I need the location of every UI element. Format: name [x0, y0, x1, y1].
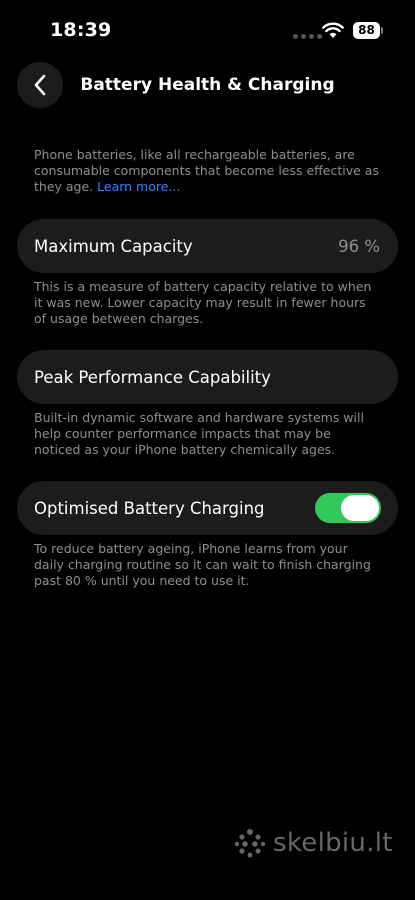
signal-dots-icon	[293, 34, 322, 39]
skelbiu-logo-icon	[234, 829, 266, 858]
optimised-charging-toggle[interactable]	[315, 493, 381, 523]
wifi-icon	[322, 22, 344, 38]
watermark-text: skelbiu.lt	[273, 828, 393, 858]
page-title-text: Battery Health & Charging	[80, 75, 335, 95]
maximum-capacity-row: Maximum Capacity 96 %	[17, 219, 398, 273]
maximum-capacity-value: 96 %	[338, 236, 380, 256]
learn-more-link[interactable]: Learn more...	[97, 179, 180, 194]
intro-text: Phone batteries, like all rechargeable b…	[34, 147, 379, 195]
toggle-knob	[341, 495, 379, 521]
peak-performance-label: Peak Performance Capability	[34, 367, 271, 387]
intro-body: Phone batteries, like all rechargeable b…	[34, 147, 379, 194]
page-title: Battery Health & Charging	[0, 75, 415, 95]
status-time: 18:39	[50, 19, 112, 41]
maximum-capacity-footnote: This is a measure of battery capacity re…	[34, 279, 372, 326]
battery-cap	[381, 27, 383, 34]
watermark: skelbiu.lt	[233, 828, 393, 858]
peak-performance-footnote: Built-in dynamic software and hardware s…	[34, 410, 364, 457]
optimised-charging-label: Optimised Battery Charging	[34, 498, 265, 518]
optimised-charging-footnote: To reduce battery ageing, iPhone learns …	[34, 541, 371, 588]
peak-performance-row[interactable]: Peak Performance Capability	[17, 350, 398, 404]
status-bar: 18:39 88	[0, 0, 415, 60]
optimised-charging-row: Optimised Battery Charging	[17, 481, 398, 535]
battery-icon: 88	[353, 22, 380, 39]
maximum-capacity-label: Maximum Capacity	[34, 236, 193, 256]
